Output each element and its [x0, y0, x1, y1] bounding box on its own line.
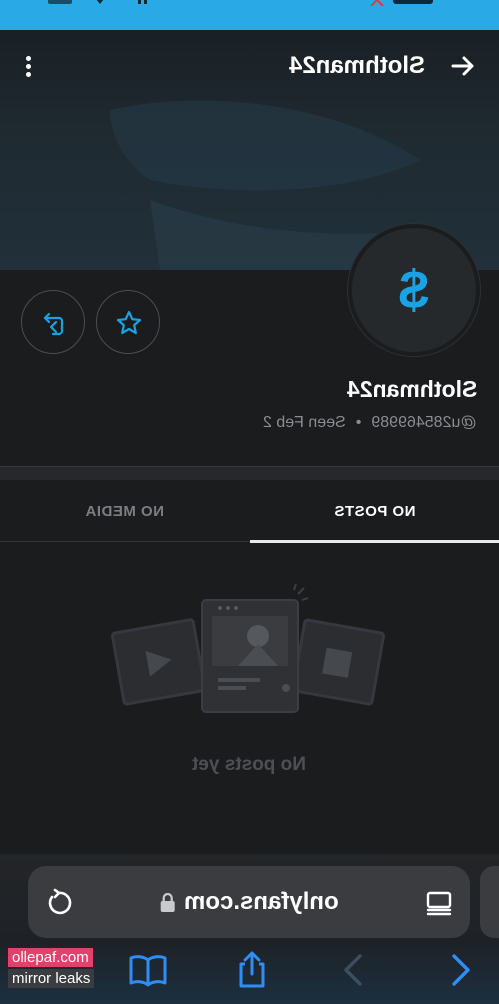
- avatar-glyph: $: [398, 260, 430, 320]
- tab-media-label: NO MEDIA: [85, 502, 164, 520]
- more-vertical-icon-dot: [26, 72, 31, 77]
- address-bar[interactable]: onlyfans.com: [28, 866, 470, 938]
- empty-state-text: No posts yet: [0, 754, 499, 776]
- watermark-line-2: mirror leaks: [8, 969, 95, 988]
- tab-media[interactable]: NO MEDIA: [0, 480, 249, 542]
- reader-icon[interactable]: [424, 888, 454, 918]
- book-icon[interactable]: [128, 950, 168, 990]
- star-icon: [116, 310, 142, 335]
- favorite-button[interactable]: [96, 290, 160, 354]
- watermark: ollepaf.com mirror leaks: [8, 948, 95, 988]
- more-vertical-icon: [26, 56, 31, 61]
- lock-icon: [160, 892, 176, 912]
- avatar[interactable]: $: [348, 224, 480, 356]
- empty-posts-illustration: [110, 584, 386, 713]
- tab-posts[interactable]: NO POSTS: [250, 480, 499, 543]
- status-icons-left: [48, 0, 147, 4]
- retweet-icon: [43, 312, 64, 336]
- empty-state-label: No posts yet: [192, 754, 307, 775]
- content-tabs: NO MEDIA NO POSTS: [0, 480, 499, 543]
- more-vertical-icon-dot: [26, 64, 31, 69]
- section-divider: [0, 466, 499, 480]
- back-button[interactable]: [449, 52, 477, 80]
- url-text: onlyfans.com: [183, 888, 339, 915]
- header-title: Slothman24: [288, 52, 425, 79]
- arrow-right-icon: [451, 56, 474, 76]
- meta-separator: •: [356, 414, 362, 431]
- url-wrapper: onlyfans.com: [28, 866, 470, 938]
- status-icons-right: [370, 0, 433, 6]
- url-display: onlyfans.com: [160, 888, 339, 916]
- last-seen: Seen Feb 2: [263, 414, 347, 431]
- active-tab-indicator: [250, 540, 499, 543]
- share-profile-button[interactable]: [21, 290, 85, 354]
- share-icon[interactable]: [232, 950, 272, 990]
- more-options-button[interactable]: [18, 54, 40, 80]
- next-tab-preview[interactable]: [480, 866, 499, 938]
- status-bar: [0, 0, 499, 30]
- chevron-left-icon[interactable]: [334, 950, 374, 990]
- tab-posts-label: NO POSTS: [333, 502, 416, 520]
- watermark-line-1: ollepaf.com: [8, 948, 93, 967]
- chevron-right-icon[interactable]: [440, 950, 480, 990]
- profile-name: Slothman24: [346, 376, 477, 402]
- profile-handle: @u285469989: [371, 414, 477, 431]
- profile-meta: @u285469989 • Seen Feb 2: [263, 414, 477, 432]
